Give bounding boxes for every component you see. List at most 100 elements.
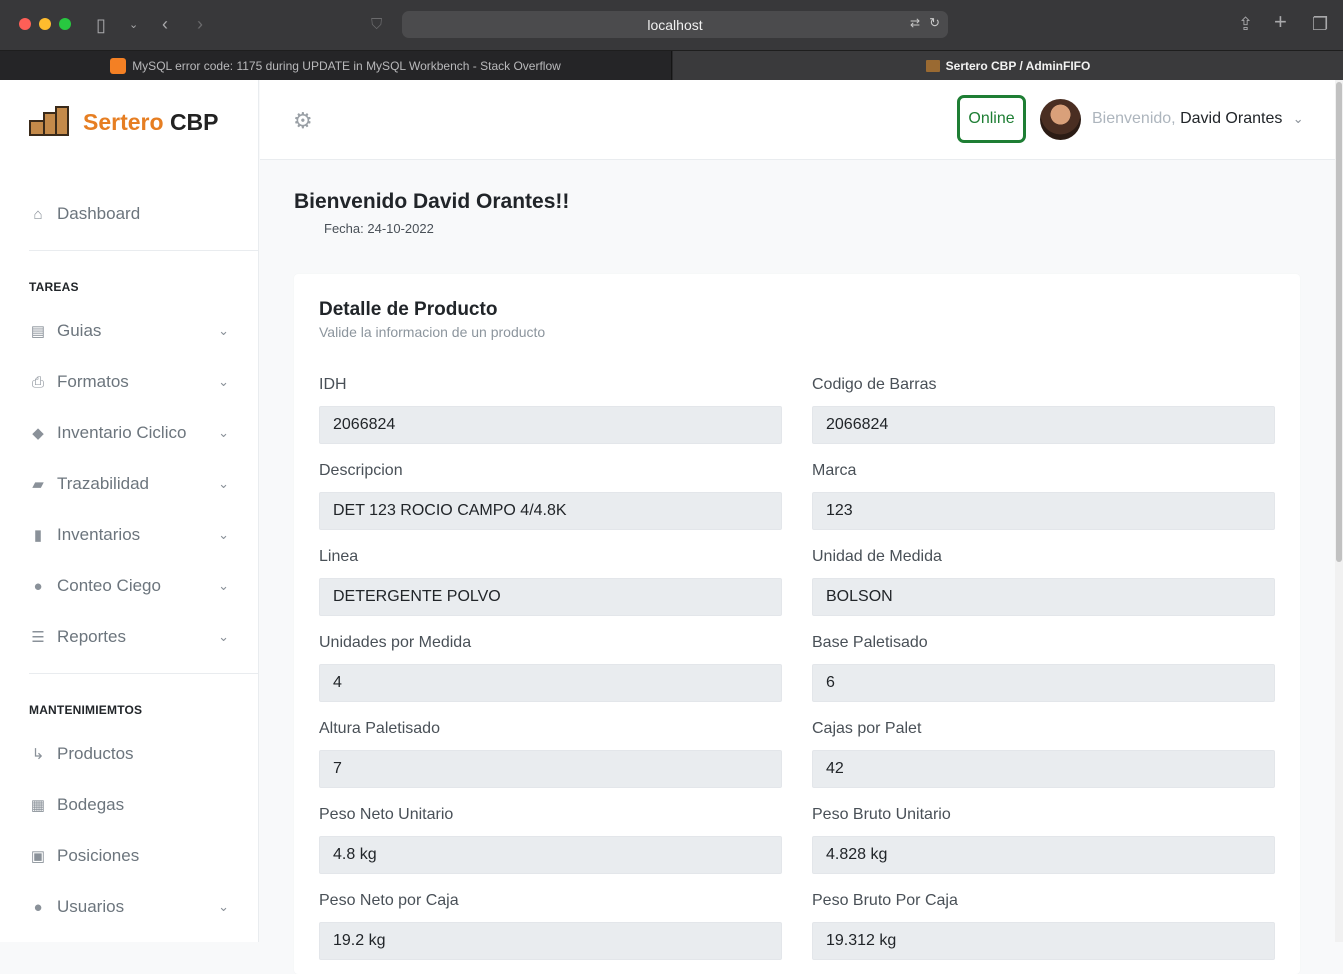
minimize-window-button[interactable] (39, 18, 51, 30)
field-label-marca: Marca (812, 462, 857, 479)
home-icon: ⌂ (33, 205, 43, 223)
sidebar-item-label: Conteo Ciego (57, 576, 161, 595)
sidebar-item-label: Formatos (57, 372, 129, 391)
sidebar-item-inventario-ciclico[interactable]: ◆ Inventario Ciclico ⌄ (29, 418, 239, 448)
book-icon: ▮ (33, 527, 43, 544)
user-icon: ● (33, 898, 43, 916)
field-label-altura-paletisado: Altura Paletisado (319, 720, 440, 737)
sidebar-item-trazabilidad[interactable]: ▰ Trazabilidad ⌄ (29, 469, 239, 499)
gear-icon[interactable]: ⚙ (293, 108, 313, 134)
lightbulb-icon: ● (33, 577, 43, 595)
sidebar-item-label: Inventario Ciclico (57, 423, 187, 442)
tab-stackoverflow[interactable]: MySQL error code: 1175 during UPDATE in … (0, 51, 672, 80)
chevron-down-icon: ⌄ (218, 899, 229, 914)
sidebar-item-label: Bodegas (57, 795, 125, 814)
sidebar-item-guias[interactable]: ▤ Guias ⌄ (29, 316, 239, 346)
card-title: Detalle de Producto (319, 299, 498, 320)
back-icon[interactable]: ‹ (162, 14, 168, 34)
chevron-down-icon: ⌄ (218, 374, 229, 389)
field-label-descripcion: Descripcion (319, 462, 403, 479)
field-label-cajas-palet: Cajas por Palet (812, 720, 922, 737)
sidebar-item-dashboard[interactable]: ⌂ Dashboard (29, 199, 239, 229)
chevron-down-icon: ⌄ (218, 476, 229, 491)
share-icon[interactable]: ⇪ (1238, 14, 1253, 34)
user-name: David Orantes (1180, 110, 1283, 127)
sidebar-item-posiciones[interactable]: ▣ Posiciones (29, 841, 239, 871)
printer-icon: ⎙ (31, 373, 44, 391)
tab-bar: MySQL error code: 1175 during UPDATE in … (0, 50, 1343, 80)
card-subtitle: Valide la informacion de un producto (319, 324, 546, 340)
field-label-peso-bruto-caja: Peso Bruto Por Caja (812, 892, 958, 909)
tab-sertero[interactable]: Sertero CBP / AdminFIFO (673, 51, 1343, 80)
cajas-palet-field[interactable]: 42 (812, 750, 1275, 788)
altura-paletisado-field[interactable]: 7 (319, 750, 782, 788)
chevron-down-icon: ⌄ (1292, 111, 1304, 126)
idh-field[interactable]: 2066824 (319, 406, 782, 444)
translate-icon[interactable]: ⇄ (910, 16, 920, 30)
url-text: localhost (647, 17, 703, 33)
sidebar-item-bodegas[interactable]: ▦ Bodegas (29, 790, 239, 820)
stackoverflow-icon (110, 57, 127, 74)
app-topbar: ⚙ Online Bienvenido, David Orantes ⌄ (260, 80, 1335, 160)
page-title: Bienvenido David Orantes!! (294, 190, 570, 213)
browser-titlebar: ▯ ⌄ ‹ › ⛉ localhost ⇄ ↻ ⇪ + ❐ (0, 0, 1343, 50)
scrollbar-thumb[interactable] (1336, 82, 1342, 562)
chevron-down-icon: ⌄ (218, 527, 229, 542)
sidebar-item-productos[interactable]: ↳ Productos (29, 739, 239, 769)
field-label-peso-neto-caja: Peso Neto por Caja (319, 892, 459, 909)
descripcion-field[interactable]: DET 123 ROCIO CAMPO 4/4.8K (319, 492, 782, 530)
sidebar-item-reportes[interactable]: ☰ Reportes ⌄ (29, 622, 239, 652)
peso-neto-unitario-field[interactable]: 4.8 kg (319, 836, 782, 874)
new-tab-icon[interactable]: + (1274, 11, 1287, 33)
sidebar-divider (29, 673, 259, 674)
tab-title: MySQL error code: 1175 during UPDATE in … (132, 58, 561, 73)
unidades-medida-field[interactable]: 4 (319, 664, 782, 702)
document-icon: ▤ (30, 323, 46, 340)
sidebar-item-inventarios[interactable]: ▮ Inventarios ⌄ (29, 520, 239, 550)
chevron-down-icon[interactable]: ⌄ (129, 15, 138, 35)
user-menu[interactable]: Bienvenido, David Orantes ⌄ (1092, 110, 1304, 128)
base-paletisado-field[interactable]: 6 (812, 664, 1275, 702)
sidebar-item-label: Guias (57, 321, 102, 340)
sidebar-item-label: Inventarios (57, 525, 141, 544)
close-window-button[interactable] (19, 18, 31, 30)
chevron-down-icon: ⌄ (218, 629, 229, 644)
sidebar-item-label: Posiciones (57, 846, 140, 865)
sidebar: Sertero CBP ⌂ Dashboard TAREAS ▤ Guias ⌄… (0, 80, 259, 942)
linea-field[interactable]: DETERGENTE POLVO (319, 578, 782, 616)
chevron-down-icon: ⌄ (218, 578, 229, 593)
field-label-peso-neto-unitario: Peso Neto Unitario (319, 806, 454, 823)
sidebar-toggle-icon[interactable]: ▯ (96, 15, 106, 35)
reload-icon[interactable]: ↻ (929, 15, 940, 31)
peso-neto-caja-field[interactable]: 19.2 kg (319, 922, 782, 960)
sidebar-item-label: Reportes (57, 627, 126, 646)
sidebar-item-label: Usuarios (57, 897, 125, 916)
codigo-barras-field[interactable]: 2066824 (812, 406, 1275, 444)
chevron-down-icon: ⌄ (218, 425, 229, 440)
brand-name: Sertero CBP (83, 108, 219, 135)
field-label-linea: Linea (319, 548, 359, 565)
page-scrollbar[interactable] (1335, 80, 1343, 942)
marca-field[interactable]: 123 (812, 492, 1275, 530)
box-icon: ▣ (30, 848, 46, 865)
forward-icon[interactable]: › (197, 14, 203, 34)
sidebar-item-usuarios[interactable]: ● Usuarios ⌄ (29, 892, 239, 922)
brand-logo[interactable]: Sertero CBP (29, 106, 219, 138)
field-label-unidades-medida: Unidades por Medida (319, 634, 472, 651)
sidebar-item-label: Productos (57, 744, 134, 763)
zoom-window-button[interactable] (59, 18, 71, 30)
sidebar-item-label: Trazabilidad (57, 474, 149, 493)
tab-title: Sertero CBP / AdminFIFO (945, 58, 1091, 73)
avatar[interactable] (1040, 99, 1081, 140)
address-bar[interactable]: localhost ⇄ ↻ (402, 11, 948, 38)
sidebar-item-formatos[interactable]: ⎙ Formatos ⌄ (29, 367, 239, 397)
peso-bruto-unitario-field[interactable]: 4.828 kg (812, 836, 1275, 874)
page-date: Fecha: 24-10-2022 (324, 221, 434, 236)
unidad-medida-field[interactable]: BOLSON (812, 578, 1275, 616)
sidebar-item-conteo-ciego[interactable]: ● Conteo Ciego ⌄ (29, 571, 239, 601)
boxes-icon (925, 59, 940, 72)
peso-bruto-caja-field[interactable]: 19.312 kg (812, 922, 1275, 960)
warehouse-icon: ▦ (30, 797, 46, 814)
section-title-mantenimientos: MANTENIMIEMTOS (29, 703, 143, 717)
tab-overview-icon[interactable]: ❐ (1312, 14, 1328, 34)
